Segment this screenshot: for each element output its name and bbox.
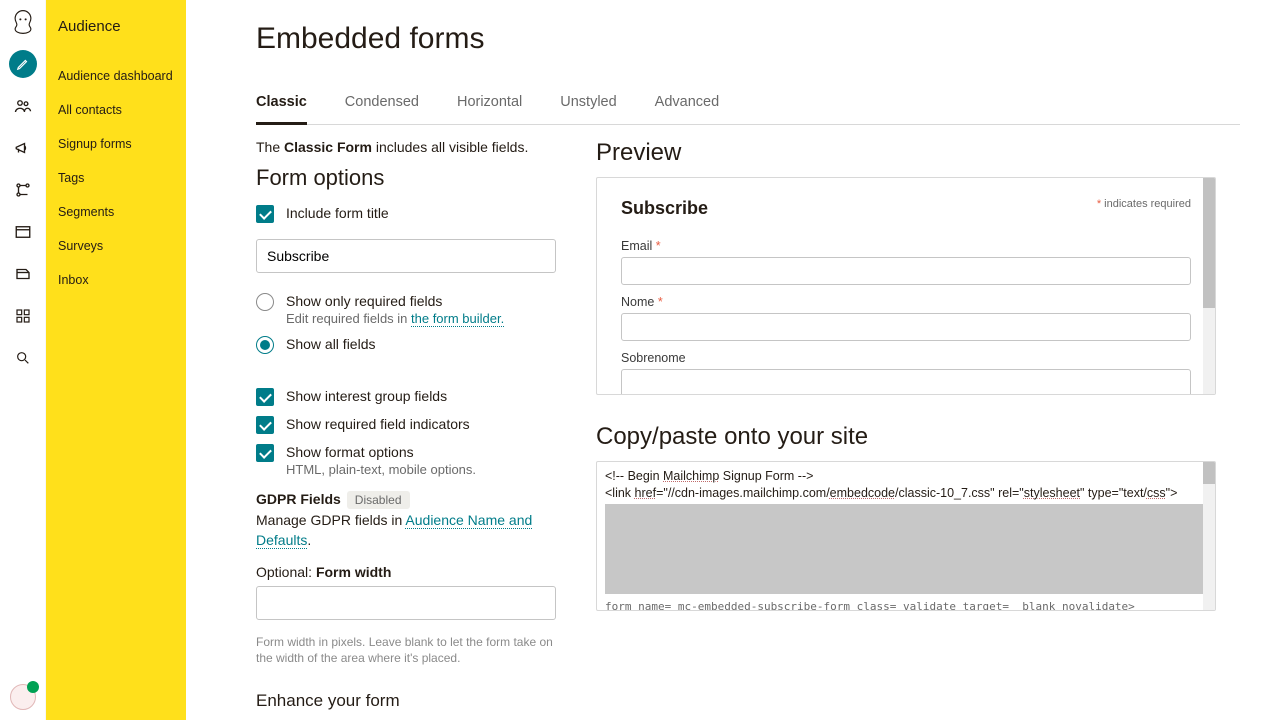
- input-form-width[interactable]: [256, 586, 556, 620]
- apps-icon[interactable]: [9, 302, 37, 330]
- tabs: Classic Condensed Horizontal Unstyled Ad…: [256, 84, 1240, 125]
- automation-icon[interactable]: [9, 176, 37, 204]
- code-tail: form name= mc-embedded-subscribe-form cl…: [597, 600, 1215, 611]
- sidebar-title: Audience: [58, 18, 174, 35]
- label-interest-groups: Show interest group fields: [286, 388, 447, 404]
- megaphone-icon[interactable]: [9, 134, 37, 162]
- label-show-only-required: Show only required fields Edit required …: [286, 293, 504, 326]
- label-format-options: Show format options HTML, plain-text, mo…: [286, 444, 476, 477]
- tab-unstyled[interactable]: Unstyled: [560, 84, 616, 124]
- input-form-title[interactable]: [256, 239, 556, 273]
- form-options-heading: Form options: [256, 165, 556, 191]
- preview-label-email: Email *: [621, 239, 1191, 253]
- preview-scrollbar[interactable]: [1203, 178, 1215, 394]
- required-note: * indicates required: [1097, 198, 1191, 210]
- sidebar-item-dashboard[interactable]: Audience dashboard: [58, 59, 174, 93]
- link-form-builder[interactable]: the form builder.: [411, 311, 504, 327]
- sidebar-item-signup-forms[interactable]: Signup forms: [58, 127, 174, 161]
- width-label: Optional: Form width: [256, 564, 556, 580]
- gdpr-description: Manage GDPR fields in Audience Name and …: [256, 511, 556, 550]
- checkbox-required-indicators[interactable]: [256, 416, 274, 434]
- content-icon[interactable]: [9, 260, 37, 288]
- radio-show-only-required[interactable]: [256, 293, 274, 311]
- gdpr-badge: Disabled: [347, 491, 410, 509]
- code-text[interactable]: <!-- Begin Mailchimp Signup Form --> <li…: [597, 462, 1215, 600]
- checkbox-include-title[interactable]: [256, 205, 274, 223]
- search-icon[interactable]: [9, 344, 37, 372]
- website-icon[interactable]: [9, 218, 37, 246]
- copy-heading: Copy/paste onto your site: [596, 423, 1216, 451]
- sidebar-item-tags[interactable]: Tags: [58, 161, 174, 195]
- intro-text: The Classic Form includes all visible fi…: [256, 139, 556, 155]
- main-content: Embedded forms Classic Condensed Horizon…: [186, 0, 1280, 720]
- preview-input-email[interactable]: [621, 257, 1191, 285]
- checkbox-format-options[interactable]: [256, 444, 274, 462]
- preview-label-sobrenome: Sobrenome: [621, 351, 1191, 365]
- label-include-title: Include form title: [286, 205, 389, 221]
- upgrade-badge-icon[interactable]: [10, 684, 36, 710]
- gdpr-row: GDPR FieldsDisabled: [256, 491, 556, 507]
- enhance-heading: Enhance your form: [256, 691, 556, 711]
- checkbox-interest-groups[interactable]: [256, 388, 274, 406]
- tab-advanced[interactable]: Advanced: [655, 84, 720, 124]
- label-required-indicators: Show required field indicators: [286, 416, 470, 432]
- sidebar-item-contacts[interactable]: All contacts: [58, 93, 174, 127]
- preview-frame: * indicates required Subscribe Email * N…: [596, 177, 1216, 395]
- code-box[interactable]: <!-- Begin Mailchimp Signup Form --> <li…: [596, 461, 1216, 611]
- tab-classic[interactable]: Classic: [256, 84, 307, 124]
- preview-heading: Preview: [596, 139, 1216, 167]
- sidebar-item-segments[interactable]: Segments: [58, 195, 174, 229]
- width-help: Form width in pixels. Leave blank to let…: [256, 634, 556, 666]
- pencil-icon[interactable]: [9, 50, 37, 78]
- preview-label-nome: Nome *: [621, 295, 1191, 309]
- code-scrollbar[interactable]: [1203, 462, 1215, 610]
- sidebar-item-surveys[interactable]: Surveys: [58, 229, 174, 263]
- label-show-all: Show all fields: [286, 336, 376, 352]
- preview-input-sobrenome[interactable]: [621, 369, 1191, 395]
- radio-show-all[interactable]: [256, 336, 274, 354]
- tab-condensed[interactable]: Condensed: [345, 84, 419, 124]
- tab-horizontal[interactable]: Horizontal: [457, 84, 522, 124]
- contacts-icon[interactable]: [9, 92, 37, 120]
- logo-icon[interactable]: [9, 8, 37, 36]
- sidebar: Audience Audience dashboard All contacts…: [46, 0, 186, 720]
- sidebar-item-inbox[interactable]: Inbox: [58, 263, 174, 297]
- preview-input-nome[interactable]: [621, 313, 1191, 341]
- icon-rail: [0, 0, 46, 720]
- page-title: Embedded forms: [256, 22, 1240, 56]
